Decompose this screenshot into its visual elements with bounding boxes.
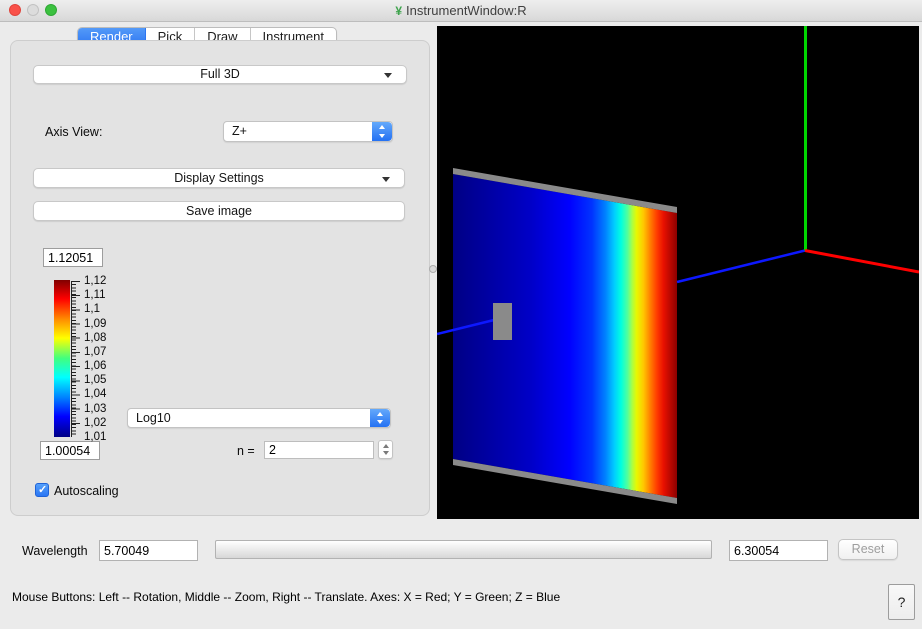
wavelength-min-input[interactable] [99, 540, 198, 561]
save-image-button[interactable]: Save image [33, 201, 405, 221]
colorbar-gradient[interactable] [54, 280, 70, 437]
colorbar-tick-label: 1,12 [84, 275, 106, 287]
display-settings-label: Display Settings [174, 171, 264, 185]
stepper-up-icon[interactable] [383, 444, 389, 448]
chevron-down-icon [384, 73, 392, 78]
window-title-text: InstrumentWindow:R [406, 3, 527, 18]
colorbar-tick-label: 1,1 [84, 303, 100, 315]
combobox-stepper-icon [370, 409, 390, 427]
scale-type-value: Log10 [136, 411, 171, 426]
projection-dropdown-value: Full 3D [200, 67, 240, 81]
colorbar-tick-label: 1,01 [84, 431, 106, 443]
colorbar-ruler [71, 281, 80, 437]
scale-max-input[interactable] [43, 248, 103, 267]
colorbar-tick-label: 1,07 [84, 346, 106, 358]
stepper-down-icon[interactable] [383, 451, 389, 455]
colorbar-tick-label: 1,03 [84, 403, 106, 415]
help-button[interactable]: ? [888, 584, 915, 620]
status-bar-text: Mouse Buttons: Left -- Rotation, Middle … [12, 590, 560, 604]
axis-view-value: Z+ [232, 124, 247, 139]
colorbar-tick-label: 1,08 [84, 332, 106, 344]
colorbar-tick-label: 1,06 [84, 360, 106, 372]
reset-button[interactable]: Reset [838, 539, 898, 560]
wavelength-max-input[interactable] [729, 540, 828, 561]
title-bar: ¥ InstrumentWindow:R [0, 0, 922, 22]
axis-view-combobox[interactable]: Z+ [223, 121, 393, 142]
colorbar-tick-label: 1,09 [84, 318, 106, 330]
scale-min-input[interactable] [40, 441, 100, 460]
save-image-label: Save image [186, 204, 252, 218]
colorbar-tick-label: 1,11 [84, 289, 106, 301]
combobox-stepper-icon [372, 122, 392, 141]
power-input[interactable] [264, 441, 374, 459]
colorbar-tick-label: 1,05 [84, 374, 106, 386]
wavelength-range-slider[interactable] [215, 540, 712, 559]
wavelength-label: Wavelength [22, 544, 88, 558]
colorbar-tick-label: 1,04 [84, 388, 106, 400]
instrument-3d-scene [437, 26, 919, 519]
power-stepper[interactable] [378, 440, 393, 459]
display-settings-dropdown[interactable]: Display Settings [33, 168, 405, 188]
z-axis-line [677, 251, 805, 283]
autoscaling-label: Autoscaling [54, 484, 119, 498]
instrument-3d-viewport[interactable] [437, 26, 919, 519]
splitter-handle[interactable] [429, 265, 437, 273]
app-icon: ¥ [395, 4, 402, 18]
chevron-down-icon [382, 177, 390, 182]
autoscaling-checkbox[interactable] [35, 483, 49, 497]
power-label: n = [237, 444, 255, 458]
window-title: ¥ InstrumentWindow:R [0, 3, 922, 18]
colorbar-tick-label: 1,02 [84, 417, 106, 429]
detector-bank-panel[interactable] [453, 174, 677, 498]
monitor-marker[interactable] [493, 303, 512, 340]
x-axis-line [805, 251, 919, 273]
scale-type-combobox[interactable]: Log10 [127, 408, 391, 428]
axis-view-label: Axis View: [45, 125, 102, 139]
projection-dropdown[interactable]: Full 3D [33, 65, 407, 84]
